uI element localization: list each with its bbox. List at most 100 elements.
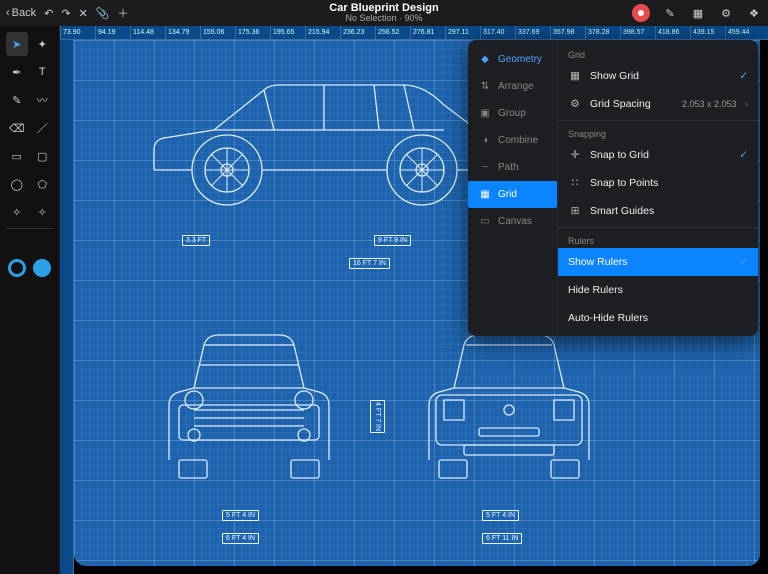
pencil-icon[interactable]: ✎ <box>662 5 678 21</box>
check-icon: ✓ <box>739 149 748 161</box>
tab-label: Canvas <box>498 216 532 227</box>
attach-button[interactable]: 📎 <box>96 7 110 20</box>
back-label: Back <box>12 7 36 19</box>
row-snap-to-grid[interactable]: ✛Snap to Grid✓ <box>558 141 758 169</box>
ruler-tick: 337.69 <box>515 26 550 39</box>
row-smart-guides[interactable]: ⊞ Smart Guides <box>558 197 758 225</box>
ruler-tick: 398.57 <box>620 26 655 39</box>
freeform-tool[interactable]: ✧ <box>32 200 54 224</box>
dim-side-wheel: 3.3 FT <box>182 235 210 246</box>
tab-path[interactable]: ~Path <box>468 154 557 181</box>
group-icon: ▣ <box>478 108 492 119</box>
ruler-tick: 134.79 <box>165 26 200 39</box>
dim-side-length: 16 FT 7 IN <box>349 258 390 269</box>
ellipse-tool[interactable]: ◯ <box>6 172 28 196</box>
node-tool[interactable]: ✦ <box>32 32 54 56</box>
points-icon: ∷ <box>568 177 582 189</box>
ruler-tick: 276.81 <box>410 26 445 39</box>
tab-label: Combine <box>498 135 538 146</box>
pencil-tool[interactable]: ✎ <box>6 88 28 112</box>
dim-side-wheelbase: 9 FT 9 IN <box>374 235 411 246</box>
select-tool[interactable]: ➤ <box>6 32 28 56</box>
row-label: Hide Rulers <box>568 284 748 296</box>
gear-icon[interactable]: ⚙ <box>718 5 734 21</box>
tab-grid[interactable]: ▦ Grid <box>468 181 557 208</box>
titlebar: ‹ Back ↶ ↷ ✕ 📎 ＋ Car Blueprint Design No… <box>0 0 768 26</box>
add-button[interactable]: ＋ <box>118 5 129 21</box>
line-tool[interactable]: ／ <box>32 116 54 140</box>
tab-label: Group <box>498 108 526 119</box>
tab-label: Grid <box>498 189 517 200</box>
divider <box>558 120 758 121</box>
ruler-tick: 155.06 <box>200 26 235 39</box>
ruler-tick: 73.90 <box>60 26 95 39</box>
check-icon: ✓ <box>739 70 748 82</box>
row-auto-hide-rulers[interactable]: Auto-Hide Rulers <box>558 304 758 332</box>
ruler-tick: 317.40 <box>480 26 515 39</box>
tab-canvas[interactable]: ▭Canvas <box>468 208 557 235</box>
eraser-tool[interactable]: ⌫ <box>6 116 28 140</box>
ruler-vertical <box>60 40 74 574</box>
roundrect-tool[interactable]: ▢ <box>32 144 54 168</box>
geometry-icon: ◆ <box>478 54 492 65</box>
undo-button[interactable]: ↶ <box>44 7 53 20</box>
dim-height: 4 FT 7 IN <box>370 400 385 433</box>
ruler-tick: 378.28 <box>585 26 620 39</box>
ruler-horizontal: 73.9094.19114.48134.79155.06175.36195.65… <box>60 26 768 40</box>
gear-icon: ⚙ <box>568 98 582 110</box>
pen-tool[interactable]: ✒ <box>6 60 28 84</box>
row-label: Show Rulers <box>568 256 731 268</box>
tab-label: Geometry <box>498 54 542 65</box>
car-front-view <box>144 310 354 520</box>
tab-group[interactable]: ▣ Group <box>468 100 557 127</box>
text-tool[interactable]: T <box>32 60 54 84</box>
brush-tool[interactable]: 〰 <box>32 88 54 112</box>
guides-icon: ⊞ <box>568 205 582 217</box>
chevron-left-icon: ‹ <box>6 7 10 19</box>
check-icon: ✓ <box>739 256 748 268</box>
ruler-tick: 195.65 <box>270 26 305 39</box>
close-button[interactable]: ✕ <box>79 7 88 20</box>
tab-combine[interactable]: ◑Combine <box>468 127 557 154</box>
inspector-panel: ◆ Geometry ⇅Arrange ▣ Group ◑Combine~Path ▦ Gri… <box>468 40 758 336</box>
ruler-tick: 459.44 <box>725 26 760 39</box>
snap-icon: ✛ <box>568 149 582 161</box>
row-snap-to-points[interactable]: ∷ Snap to Points <box>558 169 758 197</box>
row-label: Show Grid <box>590 70 731 82</box>
ruler-tick: 256.52 <box>375 26 410 39</box>
car-rear-view <box>404 310 614 520</box>
row-label: Snap to Points <box>590 177 748 189</box>
row-label: Smart Guides <box>590 205 748 217</box>
ruler-tick: 215.94 <box>305 26 340 39</box>
stroke-swatch[interactable] <box>6 256 28 280</box>
dim-rear-track: 5 FT 4 IN <box>482 510 519 521</box>
record-indicator[interactable] <box>632 4 650 22</box>
redo-button[interactable]: ↷ <box>61 7 70 20</box>
row-value: 2.053 x 2.053 <box>682 99 737 109</box>
back-button[interactable]: ‹ Back <box>6 7 36 19</box>
tab-geometry[interactable]: ◆ Geometry <box>468 46 557 73</box>
car-side-view <box>144 50 504 220</box>
polygon-tool[interactable]: ⬠ <box>32 172 54 196</box>
ruler-tick: 175.36 <box>235 26 270 39</box>
row-show-grid[interactable]: ▦Show Grid✓ <box>558 62 758 90</box>
doc-subtitle: No Selection · 90% <box>329 14 438 24</box>
dim-front-track: 5 FT 4 IN <box>222 510 259 521</box>
grid-icon[interactable]: ▦ <box>690 5 706 21</box>
rect-tool[interactable]: ▭ <box>6 144 28 168</box>
row-grid-spacing[interactable]: ⚙Grid Spacing2.053 x 2.053› <box>558 90 758 118</box>
tab-arrange[interactable]: ⇅Arrange <box>468 73 557 100</box>
section-snap: Snapping <box>558 123 758 141</box>
grid-icon: ▦ <box>478 189 492 200</box>
ruler-tick: 418.86 <box>655 26 690 39</box>
dim-front-width: 6 FT 4 IN <box>222 533 259 544</box>
layers-icon[interactable]: ❖ <box>746 5 762 21</box>
tab-label: Path <box>498 162 519 173</box>
fill-swatch[interactable] <box>32 256 54 280</box>
section-grid: Grid <box>558 44 758 62</box>
ruler-tick: 236.23 <box>340 26 375 39</box>
ruler-tick: 357.98 <box>550 26 585 39</box>
row-hide-rulers[interactable]: Hide Rulers <box>558 276 758 304</box>
row-show-rulers[interactable]: Show Rulers ✓ <box>558 248 758 276</box>
star-tool[interactable]: ✧ <box>6 200 28 224</box>
